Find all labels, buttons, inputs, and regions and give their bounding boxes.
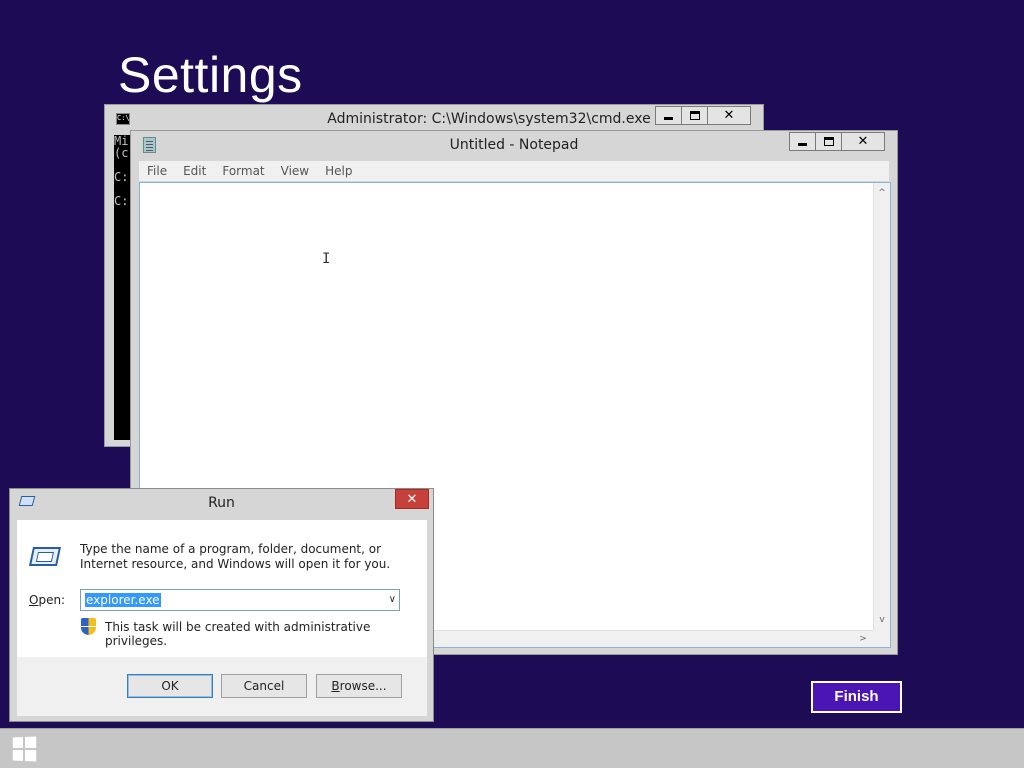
open-label-text: pen: xyxy=(38,593,66,607)
cmd-icon: C:\ xyxy=(116,113,130,125)
open-combobox[interactable]: explorer.exe ∨ xyxy=(80,589,400,611)
close-icon: ✕ xyxy=(723,108,735,123)
run-description: Type the name of a program, folder, docu… xyxy=(80,542,391,571)
notepad-title: Untitled - Notepad xyxy=(449,137,579,153)
close-icon: ✕ xyxy=(857,134,869,149)
menu-help[interactable]: Help xyxy=(317,164,360,178)
open-input-value[interactable]: explorer.exe xyxy=(85,593,161,607)
notepad-close-button[interactable]: ✕ xyxy=(841,132,885,151)
cmd-minimize-button[interactable] xyxy=(655,106,682,125)
scroll-up-icon[interactable]: ^ xyxy=(874,185,890,201)
run-title: Run xyxy=(208,495,235,511)
notepad-menubar: File Edit Format View Help xyxy=(139,161,889,181)
maximize-icon xyxy=(689,111,700,120)
run-program-icon xyxy=(28,547,62,566)
start-button[interactable] xyxy=(6,735,42,763)
scrollbar-corner xyxy=(873,630,890,647)
cancel-button[interactable]: Cancel xyxy=(221,674,307,698)
open-label: Open: xyxy=(29,593,65,607)
menu-file[interactable]: File xyxy=(139,164,175,178)
ok-button[interactable]: OK xyxy=(127,674,213,698)
run-close-button[interactable]: ✕ xyxy=(395,489,429,509)
text-cursor-icon: I xyxy=(322,251,331,267)
menu-format[interactable]: Format xyxy=(214,164,272,178)
cmd-titlebar[interactable]: C:\ Administrator: C:\Windows\system32\c… xyxy=(105,105,763,133)
taskbar xyxy=(0,728,1024,768)
notepad-maximize-button[interactable] xyxy=(815,132,842,151)
browse-accel: B xyxy=(331,679,340,693)
windows-logo-icon xyxy=(12,736,37,762)
settings-title: Settings xyxy=(118,47,303,103)
cmd-close-button[interactable]: ✕ xyxy=(707,106,751,125)
close-icon: ✕ xyxy=(406,491,418,507)
menu-view[interactable]: View xyxy=(273,164,317,178)
cmd-maximize-button[interactable] xyxy=(681,106,708,125)
menu-edit[interactable]: Edit xyxy=(175,164,214,178)
minimize-icon xyxy=(798,143,807,146)
browse-button[interactable]: Browse... xyxy=(316,674,402,698)
minimize-icon xyxy=(664,117,673,120)
vertical-scrollbar[interactable]: ^ v xyxy=(873,183,890,630)
maximize-icon xyxy=(823,137,834,146)
notepad-titlebar[interactable]: Untitled - Notepad ✕ xyxy=(131,131,897,159)
run-footer: OK Cancel Browse... xyxy=(17,657,427,716)
run-body: Type the name of a program, folder, docu… xyxy=(17,520,427,657)
notepad-minimize-button[interactable] xyxy=(789,132,816,151)
shield-icon xyxy=(81,618,96,635)
browse-text: rowse... xyxy=(339,679,387,693)
run-dialog[interactable]: Run ✕ Type the name of a program, folder… xyxy=(9,488,434,722)
scroll-down-icon[interactable]: v xyxy=(874,612,890,628)
chevron-down-icon[interactable]: ∨ xyxy=(389,594,396,605)
finish-button[interactable]: Finish xyxy=(811,681,902,713)
admin-privileges-note: This task will be created with administr… xyxy=(105,620,371,648)
run-titlebar[interactable]: Run ✕ xyxy=(10,489,433,517)
scroll-right-icon[interactable]: > xyxy=(855,631,871,647)
